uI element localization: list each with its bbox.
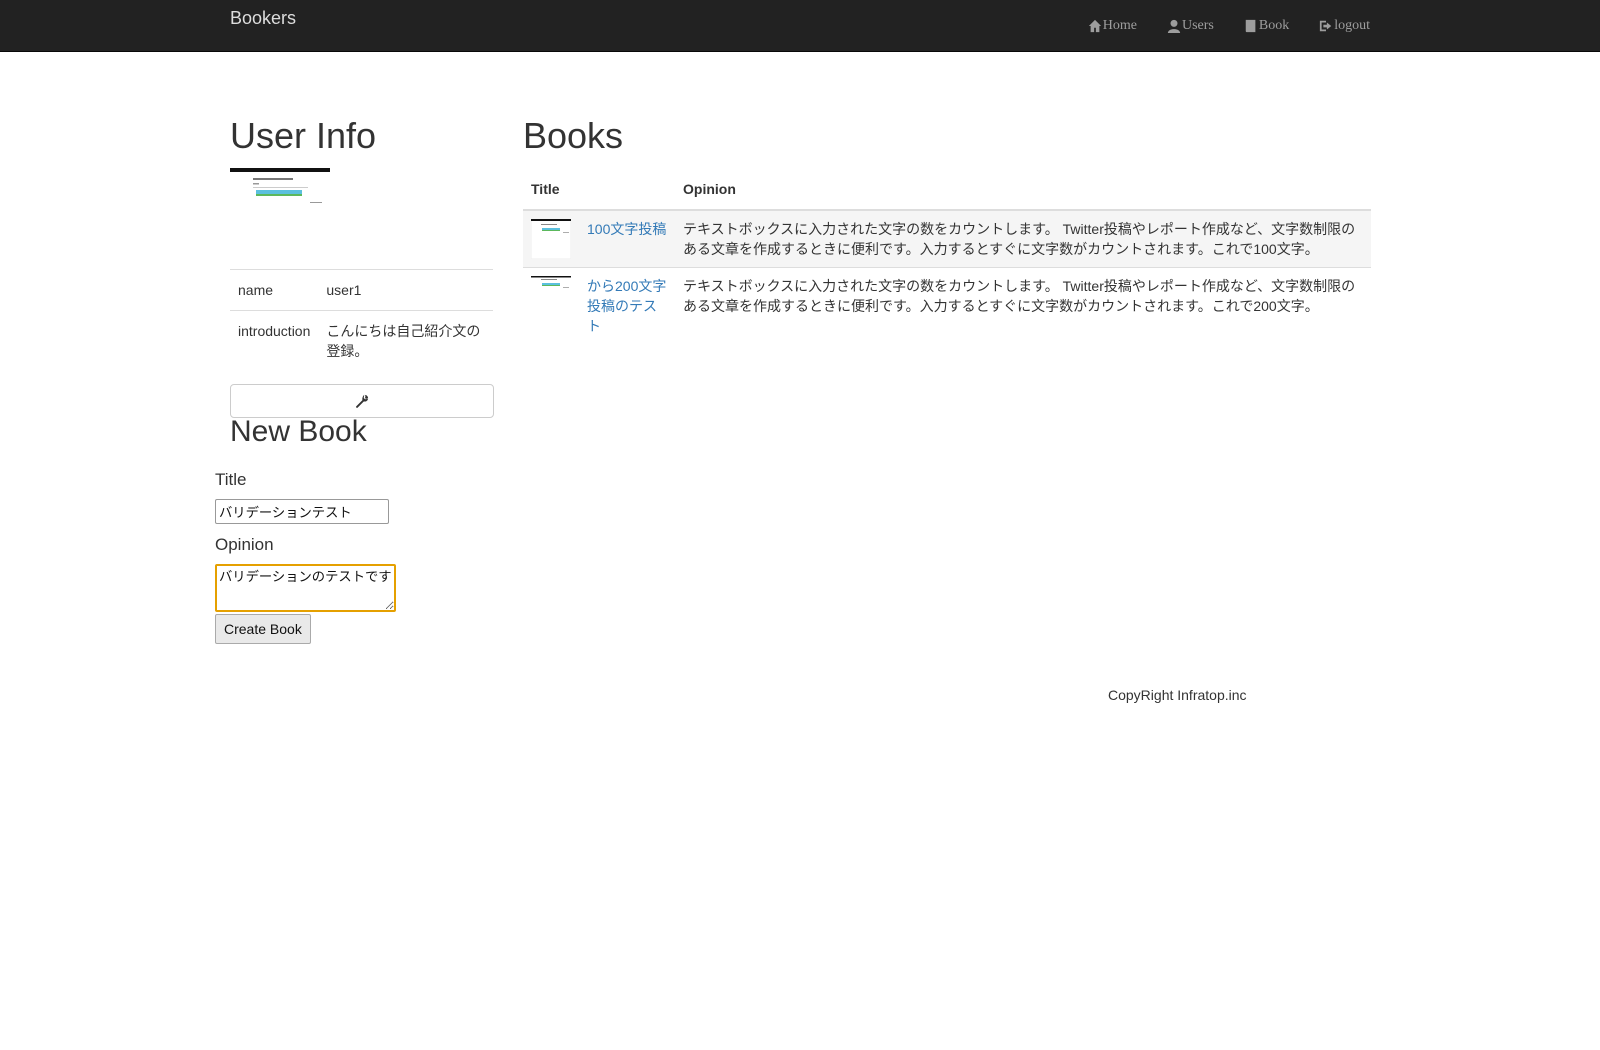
books-table: Title Opinion 100文字投稿 テキストボックスに入力された文字の数… (523, 175, 1371, 344)
info-value: こんにちは自己紹介文の登録。 (318, 310, 493, 371)
books-header-row: Title Opinion (523, 175, 1371, 211)
book-thumbnail[interactable] (531, 276, 571, 290)
info-value: user1 (318, 269, 493, 311)
book-opinion-cell: テキストボックスに入力された文字の数をカウントします。 Twitter投稿やレポ… (675, 267, 1371, 344)
nav-users-label: Users (1181, 18, 1214, 33)
nav-book-label: Book (1258, 18, 1290, 33)
book-title-cell: から200文字投稿のテスト (579, 267, 675, 344)
book-title-link[interactable]: 100文字投稿 (587, 221, 666, 237)
opinion-label: Opinion (215, 535, 274, 554)
table-row: 100文字投稿 テキストボックスに入力された文字の数をカウントします。 Twit… (523, 209, 1371, 268)
book-thumb-cell (523, 209, 579, 268)
nav-users[interactable]: Users (1167, 18, 1214, 34)
nav-logout-label: logout (1334, 18, 1370, 33)
book-title-input[interactable] (215, 499, 389, 524)
books-col-opinion: Opinion (675, 175, 1371, 211)
navbar: Bookers Home Users Book logout (0, 0, 1600, 52)
footer-copyright: CopyRight Infratop.inc (1108, 687, 1247, 703)
user-info-table: name user1 introduction こんにちは自己紹介文の登録。 (230, 269, 493, 371)
info-key: introduction (230, 310, 319, 371)
nav-home-label: Home (1102, 18, 1137, 33)
create-book-button[interactable]: Create Book (215, 614, 311, 644)
books-heading: Books (523, 115, 624, 156)
title-label: Title (215, 470, 247, 489)
book-thumb-cell (523, 267, 579, 344)
edit-profile-button[interactable] (230, 384, 494, 418)
user-info-heading: User Info (230, 115, 377, 156)
book-icon (1245, 19, 1256, 33)
info-key: name (230, 269, 319, 311)
book-opinion-cell: テキストボックスに入力された文字の数をカウントします。 Twitter投稿やレポ… (675, 209, 1371, 268)
nav-book[interactable]: Book (1244, 18, 1289, 34)
books-col-image: Title (523, 175, 579, 211)
profile-image (230, 168, 330, 208)
books-col-title (579, 175, 675, 211)
home-icon (1088, 19, 1101, 33)
brand-link[interactable]: Bookers (230, 8, 296, 29)
book-title-link[interactable]: から200文字投稿のテスト (587, 278, 666, 334)
wrench-icon (356, 394, 369, 408)
book-thumbnail[interactable] (531, 219, 571, 259)
book-title-cell: 100文字投稿 (579, 209, 675, 268)
new-book-heading: New Book (230, 415, 367, 448)
nav-home[interactable]: Home (1088, 18, 1137, 34)
logout-icon (1320, 20, 1332, 32)
nav-logout[interactable]: logout (1319, 18, 1370, 34)
nav-links: Home Users Book logout (1088, 18, 1370, 34)
book-opinion-textarea[interactable]: バリデーションのテストです (215, 564, 396, 612)
info-row-name: name user1 (230, 269, 493, 311)
info-row-introduction: introduction こんにちは自己紹介文の登録。 (230, 310, 493, 371)
table-row: から200文字投稿のテスト テキストボックスに入力された文字の数をカウントします… (523, 267, 1371, 344)
user-icon (1167, 19, 1181, 33)
